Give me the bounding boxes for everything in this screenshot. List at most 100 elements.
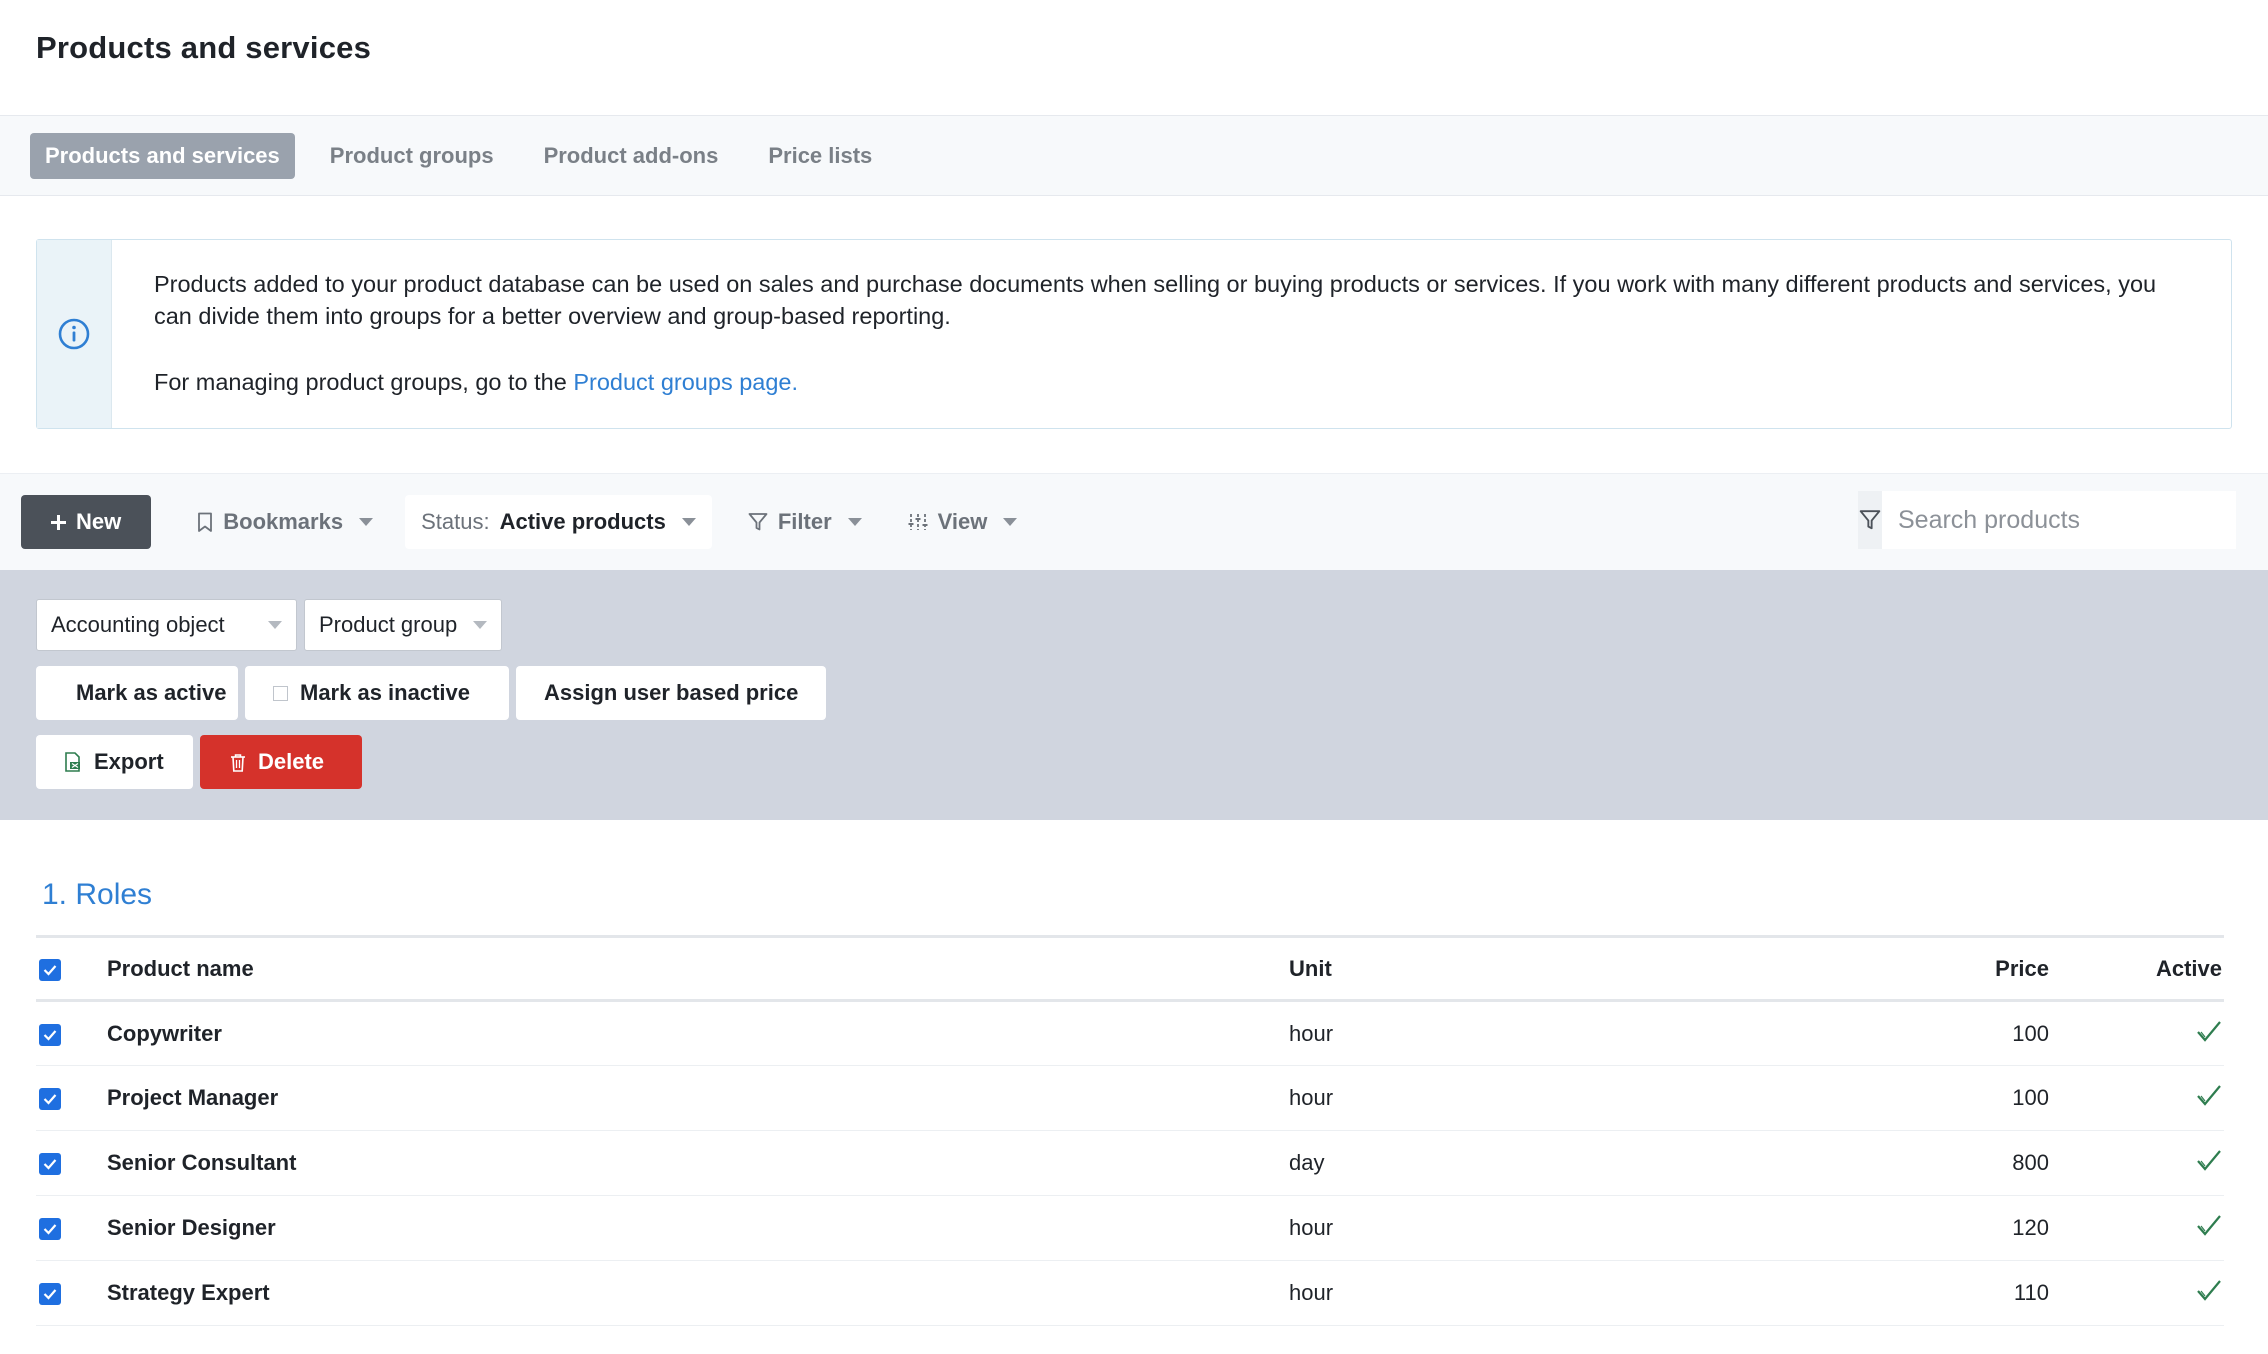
- info-box: Products added to your product database …: [36, 239, 2232, 429]
- product-unit: hour: [1289, 1065, 1709, 1131]
- row-checkbox-cell: [36, 1065, 107, 1131]
- mark-as-active-button[interactable]: Mark as active: [36, 666, 238, 720]
- active-cell: [2049, 1195, 2224, 1261]
- select-all-cell: [36, 937, 107, 1001]
- search-filter-button[interactable]: [1858, 491, 1882, 549]
- column-header-unit[interactable]: Unit: [1289, 937, 1709, 1001]
- select-all-checkbox[interactable]: [39, 958, 61, 981]
- row-checkbox[interactable]: [39, 1088, 61, 1111]
- page: Products and services Products and servi…: [0, 0, 2268, 1354]
- section-title: 1. Roles: [42, 878, 153, 911]
- assign-user-based-price-button[interactable]: Assign user based price: [516, 666, 826, 720]
- new-button-label: New: [76, 509, 122, 534]
- checkmark-icon: [43, 1159, 57, 1170]
- chevron-down-icon: [847, 518, 862, 526]
- accounting-object-select[interactable]: Accounting object: [36, 599, 297, 651]
- active-cell: [2049, 1000, 2224, 1066]
- plus-icon: [51, 514, 66, 530]
- tab-products-and-services[interactable]: Products and services: [30, 132, 295, 179]
- bulk-action-panel: Accounting object Product group Mark as …: [0, 570, 2268, 820]
- product-unit: day: [1289, 1130, 1709, 1196]
- info-section: Products added to your product database …: [0, 196, 2268, 473]
- trash-icon: [231, 753, 245, 772]
- export-row: Export Delete: [36, 735, 2232, 789]
- page-header: Products and services: [0, 0, 2268, 115]
- tab-product-add-ons[interactable]: Product add-ons: [529, 133, 734, 179]
- active-cell: [2049, 1065, 2224, 1131]
- table-row[interactable]: Strategy Expert hour 110: [36, 1260, 2224, 1326]
- product-name[interactable]: Senior Consultant: [107, 1130, 1289, 1196]
- filter-icon: [1859, 510, 1881, 530]
- row-checkbox-cell: [36, 1195, 107, 1261]
- info-paragraph-2-prefix: For managing product groups, go to the: [153, 369, 574, 395]
- delete-button[interactable]: Delete: [200, 735, 362, 789]
- info-text: Products added to your product database …: [112, 240, 2231, 428]
- row-checkbox-cell: [36, 1000, 107, 1066]
- search-box: [1858, 491, 2236, 549]
- chevron-down-icon: [473, 621, 487, 629]
- product-unit: hour: [1289, 1195, 1709, 1261]
- checkmark-icon: [43, 1224, 57, 1235]
- product-name[interactable]: Strategy Expert: [107, 1260, 1289, 1326]
- table-row[interactable]: Senior Designer hour 120: [36, 1195, 2224, 1261]
- view-dropdown[interactable]: View: [908, 509, 1018, 535]
- delete-label: Delete: [258, 749, 325, 774]
- info-paragraph-2: For managing product groups, go to the P…: [154, 366, 2189, 398]
- table-row[interactable]: Project Manager hour 100: [36, 1065, 2224, 1131]
- column-header-name[interactable]: Product name: [107, 937, 1289, 1001]
- product-group-select[interactable]: Product group: [304, 599, 502, 651]
- product-group-label: Product group: [319, 612, 458, 637]
- mark-as-inactive-label: Mark as inactive: [300, 680, 470, 705]
- active-check-icon: [2197, 1215, 2221, 1236]
- filter-icon: [748, 513, 768, 531]
- export-label: Export: [94, 749, 164, 774]
- new-button[interactable]: New: [21, 495, 152, 549]
- product-price: 110: [1709, 1260, 2049, 1326]
- status-value: Active products: [499, 509, 666, 534]
- product-name[interactable]: Copywriter: [107, 1000, 1289, 1066]
- export-button[interactable]: Export: [36, 735, 193, 789]
- product-groups-link[interactable]: Product groups page.: [573, 369, 798, 395]
- chevron-down-icon: [268, 621, 282, 629]
- info-icon: [58, 318, 90, 350]
- column-header-price[interactable]: Price: [1709, 937, 2049, 1001]
- chevron-down-icon: [359, 518, 374, 526]
- tab-product-groups[interactable]: Product groups: [315, 133, 509, 179]
- table-row[interactable]: Copywriter hour 100: [36, 1000, 2224, 1066]
- column-header-active[interactable]: Active: [2049, 937, 2224, 1001]
- tab-price-lists[interactable]: Price lists: [753, 133, 887, 179]
- filter-label: Filter: [777, 509, 832, 534]
- product-price: 100: [1709, 1000, 2049, 1066]
- checkmark-icon: [43, 964, 57, 976]
- product-price: 800: [1709, 1130, 2049, 1196]
- search-input[interactable]: [1882, 491, 2236, 549]
- accounting-object-label: Accounting object: [51, 612, 225, 637]
- tab-bar: Products and services Product groups Pro…: [0, 115, 2268, 196]
- product-unit: hour: [1289, 1260, 1709, 1326]
- status-dropdown[interactable]: Status: Active products: [405, 495, 712, 549]
- row-checkbox[interactable]: [39, 1023, 61, 1046]
- product-name[interactable]: Senior Designer: [107, 1195, 1289, 1261]
- info-paragraph-1: Products added to your product database …: [153, 271, 2157, 329]
- row-checkbox-cell: [36, 1130, 107, 1196]
- products-table: Product name Unit Price Active Copywrite…: [36, 935, 2224, 1326]
- mark-as-inactive-button[interactable]: Mark as inactive: [245, 666, 509, 720]
- empty-box-icon: [273, 685, 288, 701]
- product-price: 120: [1709, 1195, 2049, 1261]
- toolbar: New Bookmarks Status: Active products Fi…: [0, 473, 2268, 570]
- table-row[interactable]: Senior Consultant day 800: [36, 1130, 2224, 1196]
- row-checkbox[interactable]: [39, 1153, 61, 1176]
- filter-dropdown[interactable]: Filter: [748, 509, 862, 535]
- page-title: Products and services: [36, 30, 372, 65]
- bookmarks-label: Bookmarks: [223, 509, 344, 534]
- row-checkbox[interactable]: [39, 1283, 61, 1306]
- row-checkbox[interactable]: [39, 1218, 61, 1241]
- info-icon-column: [37, 240, 112, 428]
- checkmark-icon: [43, 1289, 57, 1300]
- spreadsheet-icon: [65, 752, 80, 772]
- active-check-icon: [2197, 1280, 2221, 1301]
- bookmarks-dropdown[interactable]: Bookmarks: [197, 509, 374, 535]
- table-header-row: Product name Unit Price Active: [36, 936, 2224, 1001]
- active-cell: [2049, 1130, 2224, 1196]
- product-name[interactable]: Project Manager: [107, 1065, 1289, 1131]
